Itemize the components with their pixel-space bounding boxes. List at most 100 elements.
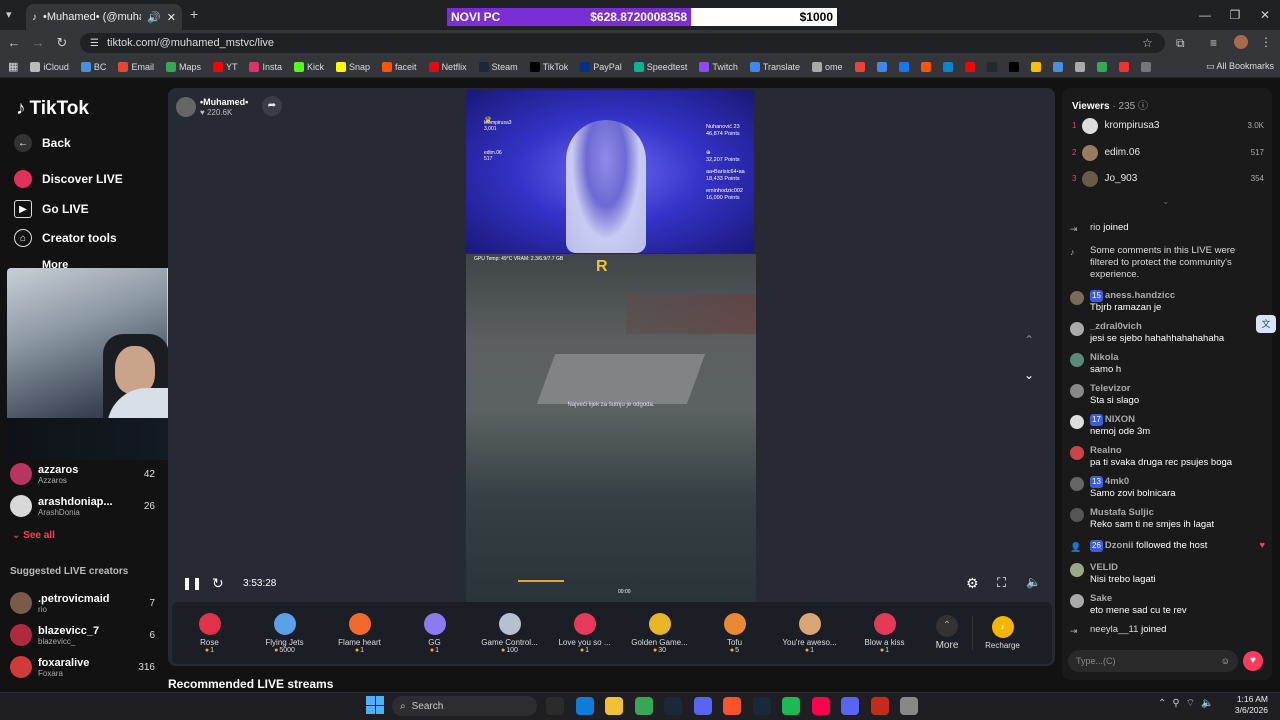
forward-arrow-icon[interactable]: → (28, 33, 48, 53)
scroll-up-icon[interactable]: ⌃ (1024, 333, 1034, 347)
gift-item[interactable]: You're aweso...1 (772, 612, 847, 654)
chat-username[interactable]: 4mk0 (1105, 476, 1129, 487)
gift-item[interactable]: Rose1 (172, 612, 247, 654)
chrome-icon[interactable] (634, 697, 653, 715)
gift-item[interactable]: Love you so ...1 (547, 612, 622, 654)
suggested-item[interactable]: .petrovicmaid rio 7 (10, 592, 155, 614)
bookmark-item[interactable]: Email (118, 61, 154, 72)
bookmark-favicon-icon[interactable] (854, 61, 865, 72)
viewers-header[interactable]: Viewers · 235 ⓘ (1072, 97, 1148, 112)
chrome-menu-icon[interactable]: ⋮ (1260, 35, 1272, 49)
tray-icons[interactable]: ⌃⚲⌔🔈 (1158, 697, 1220, 710)
tab-close-icon[interactable]: ✕ (167, 11, 176, 24)
bookmark-favicon-icon[interactable] (1008, 61, 1019, 72)
bookmark-item[interactable]: TikTok (529, 61, 568, 72)
chat-username[interactable]: Nikola (1090, 352, 1119, 363)
chat-username[interactable]: VELID (1090, 562, 1118, 573)
refresh-button[interactable]: ↻ (212, 575, 224, 592)
all-bookmarks[interactable]: ▭ All Bookmarks (1206, 61, 1275, 72)
see-all-link[interactable]: ⌄ See all (12, 530, 55, 541)
bookmark-item[interactable]: Kick (294, 61, 324, 72)
bookmark-item[interactable]: BC (80, 61, 106, 72)
app-icon[interactable] (870, 697, 889, 715)
app-icon[interactable] (841, 697, 859, 715)
chat-username[interactable]: rio (1090, 222, 1101, 233)
fullscreen-icon[interactable]: ⛶ (997, 575, 1006, 591)
tiktok-logo[interactable]: ♪ TikTok (16, 98, 89, 120)
bookmark-favicon-icon[interactable] (964, 61, 975, 72)
gift-item[interactable]: Tofu5 (697, 612, 772, 654)
go-live-link[interactable]: ▶ Go LIVE (14, 200, 89, 218)
volume-icon[interactable]: 🔈 (1026, 575, 1041, 589)
bookmark-item[interactable]: Maps (165, 61, 201, 72)
chat-username[interactable]: _zdral0vich (1090, 321, 1142, 332)
bookmark-item[interactable]: PayPal (580, 61, 622, 72)
back-link[interactable]: ← Back (14, 134, 71, 152)
site-info-icon[interactable]: ☰ (90, 38, 99, 49)
bookmark-favicon-icon[interactable] (898, 61, 909, 72)
chat-username[interactable]: Televizor (1090, 383, 1130, 394)
task-view-icon[interactable] (546, 697, 564, 715)
bookmark-item[interactable]: Snap (336, 61, 370, 72)
reading-list-icon[interactable]: ≡ (1210, 36, 1217, 50)
tiktok-app-icon[interactable] (811, 697, 830, 715)
bookmark-favicon-icon[interactable] (1118, 61, 1129, 72)
bookmark-item[interactable]: YT (212, 61, 237, 72)
host-avatar[interactable] (176, 97, 196, 117)
chat-input[interactable]: Type...(C) ☺ (1068, 650, 1238, 672)
apps-grid-icon[interactable]: ▦ (8, 60, 18, 73)
gift-item[interactable]: Flying Jets5000 (247, 612, 322, 654)
bookmark-item[interactable]: Netflix (428, 61, 467, 72)
start-icon[interactable] (366, 696, 384, 714)
profile-avatar[interactable] (1234, 35, 1248, 49)
bookmark-favicon-icon[interactable] (1074, 61, 1085, 72)
bookmark-star-icon[interactable]: ☆ (1142, 36, 1153, 50)
gift-item[interactable]: Game Control...100 (472, 612, 547, 654)
bookmark-item[interactable]: Speedtest (633, 61, 687, 72)
bookmark-item[interactable]: Translate (749, 61, 800, 72)
gift-item[interactable]: Blow a kiss1 (847, 612, 922, 654)
top-viewer[interactable]: 2 edim.06 517 (1072, 144, 1264, 161)
pause-button[interactable]: ❚❚ (182, 576, 202, 590)
address-bar[interactable]: ☰ tiktok.com/@muhamed_mstvc/live (80, 33, 1165, 53)
settings-gear-icon[interactable]: ⚙ (966, 575, 979, 592)
app-icon[interactable] (900, 697, 918, 715)
share-icon[interactable]: ➦ (262, 96, 282, 116)
taskbar-search[interactable]: ⌕ Search (392, 696, 537, 716)
bookmark-favicon-icon[interactable] (1096, 61, 1107, 72)
chat-username[interactable]: Dzonii (1105, 540, 1134, 551)
chat-username[interactable]: Mustafa Suljic (1090, 507, 1154, 518)
bookmark-favicon-icon[interactable] (1140, 61, 1151, 72)
bookmark-item[interactable]: Twitch (699, 61, 738, 72)
chat-username[interactable]: Sake (1090, 593, 1112, 604)
discord-icon[interactable] (693, 697, 712, 715)
chat-username[interactable]: neeyla__11 (1090, 624, 1138, 635)
bookmark-item[interactable]: ome (812, 61, 843, 72)
suggested-item[interactable]: foxaralive Foxara 316 (10, 656, 155, 678)
top-viewer[interactable]: 3 Jo_903 354 (1072, 170, 1264, 187)
recharge-button[interactable]: ♪ Recharge (972, 616, 1032, 650)
following-item[interactable]: arashdoniap... ArashDonia 26 (10, 495, 155, 517)
reload-icon[interactable]: ↻ (52, 33, 72, 53)
chat-username[interactable]: Realno (1090, 445, 1122, 456)
chat-username[interactable]: NIXON (1105, 414, 1135, 425)
bookmark-favicon-icon[interactable] (942, 61, 953, 72)
gift-item[interactable]: Golden Game...30 (622, 612, 697, 654)
expand-viewers-icon[interactable]: ⌄ (1162, 196, 1170, 207)
back-arrow-icon[interactable]: ← (4, 33, 24, 53)
file-explorer-icon[interactable] (605, 697, 623, 715)
gift-heart-button[interactable]: ♥ (1243, 651, 1263, 671)
bookmark-favicon-icon[interactable] (986, 61, 997, 72)
creator-tools-link[interactable]: ⌂ Creator tools (14, 229, 117, 247)
host-name[interactable]: •Muhamed• (200, 97, 248, 107)
clock[interactable]: 1:16 AM 3/6/2026 (1228, 694, 1268, 716)
steam-app-icon[interactable] (752, 697, 771, 715)
bookmark-item[interactable]: Steam (478, 61, 518, 72)
steam-icon[interactable] (664, 697, 682, 715)
bookmark-favicon-icon[interactable] (920, 61, 931, 72)
suggested-item[interactable]: blazevicc_7 blazevicc_ 6 (10, 624, 155, 646)
brave-icon[interactable] (723, 697, 741, 715)
bookmark-item[interactable]: faceit (382, 61, 417, 72)
bookmark-item[interactable]: iCloud (30, 61, 69, 72)
bookmark-item[interactable]: Insta (249, 61, 282, 72)
